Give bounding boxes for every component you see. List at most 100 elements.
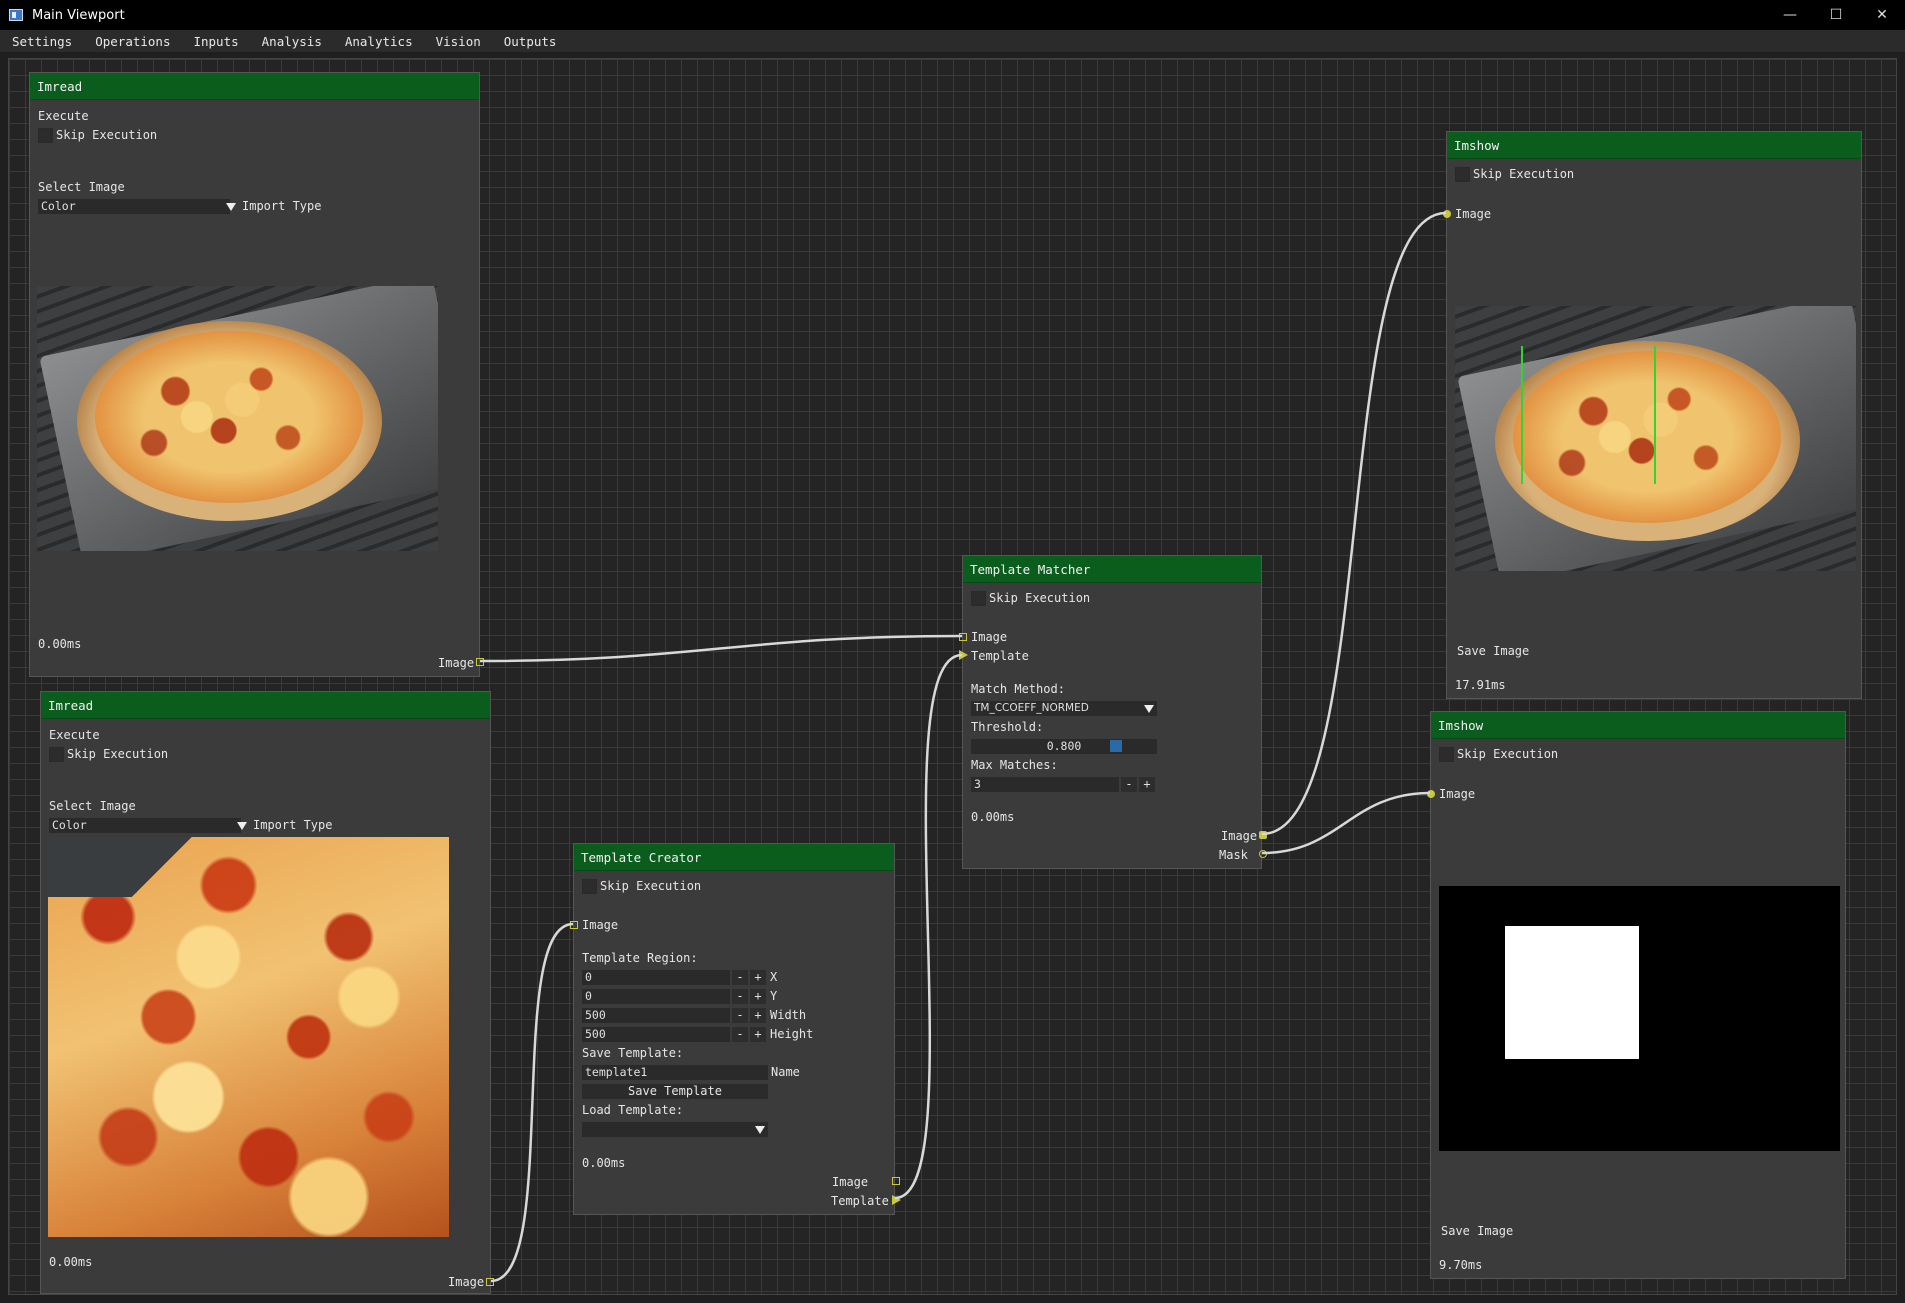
region-width-increment-button[interactable]: + xyxy=(750,1008,766,1023)
imread-node-2[interactable]: Imread Execute Skip Execution Select Ima… xyxy=(40,691,494,1294)
menu-inputs[interactable]: Inputs xyxy=(187,34,238,49)
output-image-label: Image xyxy=(448,1275,485,1289)
timing-label: 0.00ms xyxy=(582,1156,626,1170)
output-template-pin[interactable] xyxy=(892,1195,901,1205)
load-template-label: Load Template: xyxy=(582,1103,684,1117)
region-x-increment-button[interactable]: + xyxy=(750,970,766,985)
execute-button[interactable]: Execute xyxy=(49,728,100,742)
menu-analytics[interactable]: Analytics xyxy=(339,34,413,49)
timing-label: 17.91ms xyxy=(1455,678,1506,692)
match-method-label: Match Method: xyxy=(971,682,1065,696)
chevron-down-icon[interactable] xyxy=(226,203,236,211)
input-image-label: Image xyxy=(1455,207,1492,221)
max-matches-label: Max Matches: xyxy=(971,758,1058,772)
maximize-button[interactable]: ☐ xyxy=(1813,0,1859,30)
slider-handle[interactable] xyxy=(1110,740,1122,752)
max-matches-input[interactable]: 3 xyxy=(971,777,1119,792)
output-image-pin[interactable] xyxy=(476,658,484,666)
input-template-pin[interactable] xyxy=(959,650,968,660)
node-title[interactable]: Imshow xyxy=(1431,712,1845,739)
template-name-input[interactable]: template1 xyxy=(582,1065,768,1080)
chevron-down-icon[interactable] xyxy=(1144,705,1154,713)
output-image-pin[interactable] xyxy=(892,1177,900,1185)
max-matches-decrement-button[interactable]: - xyxy=(1121,777,1137,792)
region-height-label: Height xyxy=(770,1027,814,1041)
import-type-select[interactable]: Color xyxy=(38,199,230,214)
select-image-button[interactable]: Select Image xyxy=(49,799,136,813)
skip-execution-checkbox[interactable] xyxy=(582,879,597,894)
region-x-label: X xyxy=(770,970,778,984)
chevron-down-icon[interactable] xyxy=(237,822,247,830)
skip-execution-checkbox[interactable] xyxy=(1439,747,1454,762)
match-line xyxy=(1521,346,1523,484)
result-image xyxy=(1455,306,1856,571)
skip-execution-checkbox[interactable] xyxy=(971,591,986,606)
save-image-button[interactable]: Save Image xyxy=(1453,642,1533,660)
menu-analysis[interactable]: Analysis xyxy=(256,34,322,49)
region-height-input[interactable]: 500 xyxy=(582,1027,730,1042)
region-y-input[interactable]: 0 xyxy=(582,989,730,1004)
imshow-node-1[interactable]: Imshow Skip Execution Image Save Image 1… xyxy=(1443,131,1862,699)
skip-execution-checkbox[interactable] xyxy=(1455,167,1470,182)
threshold-slider[interactable]: 0.800 xyxy=(971,739,1157,754)
skip-execution-checkbox[interactable] xyxy=(38,128,53,143)
region-height-decrement-button[interactable]: - xyxy=(732,1027,748,1042)
minimize-button[interactable]: — xyxy=(1767,0,1813,30)
execute-button[interactable]: Execute xyxy=(38,109,89,123)
region-y-decrement-button[interactable]: - xyxy=(732,989,748,1004)
load-template-select[interactable] xyxy=(582,1122,768,1137)
title-bar: Main Viewport — ☐ ✕ xyxy=(0,0,1905,30)
region-height-increment-button[interactable]: + xyxy=(750,1027,766,1042)
output-image-pin[interactable] xyxy=(486,1278,494,1286)
template-creator-node[interactable]: Template Creator Skip Execution Image Te… xyxy=(570,843,901,1215)
menu-settings[interactable]: Settings xyxy=(6,34,72,49)
close-button[interactable]: ✕ xyxy=(1859,0,1905,30)
node-title[interactable]: Imshow xyxy=(1447,132,1861,159)
region-width-decrement-button[interactable]: - xyxy=(732,1008,748,1023)
node-title[interactable]: Imread xyxy=(30,73,479,100)
output-mask-label: Mask xyxy=(1219,848,1248,862)
menu-vision[interactable]: Vision xyxy=(430,34,481,49)
node-title[interactable]: Template Creator xyxy=(574,844,894,871)
chevron-down-icon[interactable] xyxy=(755,1126,765,1134)
input-image-pin[interactable] xyxy=(570,921,578,929)
timing-label: 0.00ms xyxy=(49,1255,93,1269)
output-image-pin[interactable] xyxy=(1259,831,1267,839)
match-method-select[interactable]: TM_CCOEFF_NORMED xyxy=(971,701,1157,716)
output-image-label: Image xyxy=(832,1175,869,1189)
menu-outputs[interactable]: Outputs xyxy=(498,34,557,49)
max-matches-increment-button[interactable]: + xyxy=(1139,777,1155,792)
node-title[interactable]: Template Matcher xyxy=(963,556,1261,583)
timing-label: 9.70ms xyxy=(1439,1258,1483,1272)
save-template-button[interactable]: Save Template xyxy=(582,1084,768,1099)
skip-execution-label: Skip Execution xyxy=(1457,747,1559,761)
region-x-decrement-button[interactable]: - xyxy=(732,970,748,985)
output-mask-pin[interactable] xyxy=(1259,850,1267,858)
window-title: Main Viewport xyxy=(32,7,125,23)
imread-node-1[interactable]: Imread Execute Skip Execution Select Ima… xyxy=(29,72,484,677)
save-image-button[interactable]: Save Image xyxy=(1437,1222,1517,1240)
template-region-label: Template Region: xyxy=(582,951,698,965)
menu-bar: Settings Operations Inputs Analysis Anal… xyxy=(0,30,1905,52)
select-image-button[interactable]: Select Image xyxy=(38,180,125,194)
skip-execution-checkbox[interactable] xyxy=(49,747,64,762)
region-y-increment-button[interactable]: + xyxy=(750,989,766,1004)
node-title[interactable]: Imread xyxy=(41,692,490,719)
threshold-value: 0.800 xyxy=(1046,739,1082,753)
output-image-label: Image xyxy=(438,656,475,670)
skip-execution-label: Skip Execution xyxy=(56,128,158,142)
input-image-pin[interactable] xyxy=(1443,210,1451,218)
region-x-input[interactable]: 0 xyxy=(582,970,730,985)
menu-operations[interactable]: Operations xyxy=(89,34,170,49)
region-width-input[interactable]: 500 xyxy=(582,1008,730,1023)
input-image-pin[interactable] xyxy=(959,633,967,641)
template-matcher-node[interactable]: Template Matcher Skip Execution Image Te… xyxy=(959,555,1267,869)
timing-label: 0.00ms xyxy=(38,637,82,651)
import-type-label: Import Type xyxy=(242,199,322,213)
imshow-node-2[interactable]: Imshow Skip Execution Image Save Image 9… xyxy=(1427,711,1846,1279)
skip-execution-label: Skip Execution xyxy=(989,591,1091,605)
output-template-label: Template xyxy=(831,1194,889,1208)
input-image-pin[interactable] xyxy=(1427,790,1435,798)
import-type-select[interactable]: Color xyxy=(49,818,241,833)
skip-execution-label: Skip Execution xyxy=(67,747,169,761)
